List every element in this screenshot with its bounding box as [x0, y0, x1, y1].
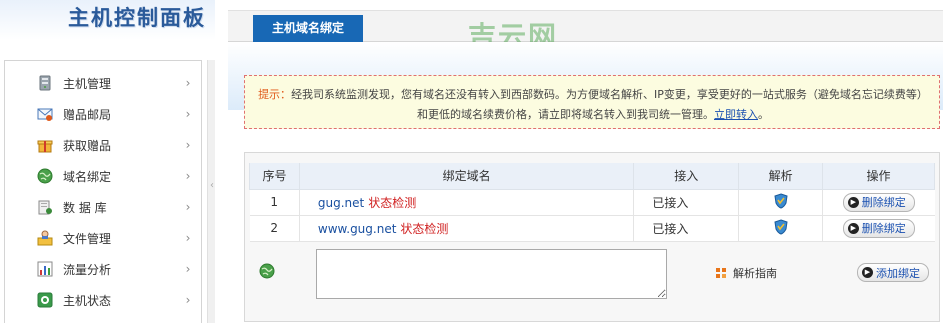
- chart-icon: [37, 261, 53, 277]
- sidebar-item-traffic-analysis[interactable]: 流量分析 ›: [5, 254, 201, 284]
- sidebar-item-label: 赠品邮局: [63, 107, 112, 122]
- delete-binding-label: 删除绑定: [861, 196, 906, 209]
- play-icon: ▶: [847, 196, 859, 208]
- play-icon: ▶: [847, 222, 859, 234]
- globe-add-icon: [259, 263, 275, 279]
- sidebar-item-gift-mail[interactable]: 赠品邮局 ›: [5, 99, 201, 129]
- notice-suffix: 。: [758, 108, 769, 121]
- table-row: 2 www.gug.net 状态检测 已接入 ▶ 删除绑定: [249, 215, 935, 242]
- sidebar-item-label: 流量分析: [63, 262, 112, 277]
- sidebar-item-file-management[interactable]: 文件管理 ›: [5, 223, 201, 253]
- sidebar-item-label: 数 据 库: [63, 200, 107, 215]
- access-status: 已接入: [633, 215, 739, 242]
- sidebar-item-database[interactable]: 数 据 库 ›: [5, 192, 201, 222]
- guide-icon: [716, 268, 726, 278]
- add-binding-button[interactable]: ▶ 添加绑定: [857, 263, 929, 282]
- panel-header: 主机控制面板: [0, 0, 215, 40]
- sidebar-item-label: 域名绑定: [63, 169, 112, 184]
- chevron-right-icon: ›: [185, 169, 191, 183]
- left-panel: 主机控制面板 主机管理 › 赠品邮局 › 获取赠品 › 域名绑定 › 数 据 库…: [0, 0, 215, 323]
- delete-binding-label: 删除绑定: [861, 222, 906, 235]
- gift-icon: [37, 137, 53, 153]
- chevron-left-icon: ‹: [210, 180, 214, 191]
- notice-prefix: 提示：: [258, 88, 292, 101]
- col-header-action: 操作: [822, 163, 935, 190]
- col-header-domain: 绑定域名: [298, 163, 635, 190]
- binding-table: 序号 绑定域名 接入 解析 操作 1 gug.net 状态检测 已接入 ▶ 删除…: [249, 163, 935, 242]
- row-number: 2: [249, 215, 300, 242]
- chevron-right-icon: ›: [185, 200, 191, 214]
- chevron-right-icon: ›: [185, 262, 191, 276]
- notice-box: 提示：经我司系统监测发现，您有域名还没有转入到西部数码。为方便域名解析、IP变更…: [244, 75, 940, 129]
- tab-bar: 主机域名绑定 吉云网: [228, 10, 943, 53]
- delete-binding-button[interactable]: ▶ 删除绑定: [842, 192, 915, 212]
- transfer-link[interactable]: 立即转入: [714, 108, 758, 121]
- database-icon: [37, 199, 53, 215]
- main-content: 主机域名绑定 吉云网 提示：经我司系统监测发现，您有域名还没有转入到西部数码。为…: [228, 0, 943, 323]
- access-status: 已接入: [633, 189, 739, 216]
- status-check-link[interactable]: 状态检测: [400, 222, 448, 236]
- delete-binding-button[interactable]: ▶ 删除绑定: [842, 218, 915, 238]
- sidebar-item-label: 主机管理: [63, 76, 112, 91]
- add-binding-row: 解析指南 ▶ 添加绑定: [245, 249, 939, 309]
- dns-shield-icon[interactable]: [774, 192, 788, 212]
- domain-cell: www.gug.net 状态检测: [298, 215, 634, 242]
- sidebar-item-domain-binding[interactable]: 域名绑定 ›: [5, 161, 201, 191]
- sidebar-item-host-status[interactable]: 主机状态 ›: [5, 285, 201, 315]
- notice-text: 经我司系统监测发现，您有域名还没有转入到西部数码。为方便域名解析、IP变更，享受…: [291, 88, 928, 121]
- col-header-access: 接入: [633, 163, 740, 190]
- chevron-right-icon: ›: [185, 231, 191, 245]
- chevron-right-icon: ›: [185, 138, 191, 152]
- chevron-right-icon: ›: [185, 107, 191, 121]
- dns-guide-label: 解析指南: [733, 267, 777, 280]
- folder-user-icon: [37, 230, 53, 246]
- action-cell: ▶ 删除绑定: [822, 215, 935, 242]
- action-cell: ▶ 删除绑定: [822, 189, 935, 216]
- dns-guide-link[interactable]: 解析指南: [716, 265, 777, 281]
- sidebar-item-host-management[interactable]: 主机管理 ›: [5, 68, 201, 98]
- tab-host-domain-binding[interactable]: 主机域名绑定: [253, 15, 363, 42]
- status-check-link[interactable]: 状态检测: [368, 196, 416, 210]
- mail-icon: [37, 106, 53, 122]
- domain-input[interactable]: [316, 249, 667, 299]
- sidebar-item-label: 获取赠品: [63, 138, 112, 153]
- domain-cell: gug.net 状态检测: [298, 189, 634, 216]
- domain-name: www.gug.net: [317, 221, 397, 236]
- domain-name: gug.net: [317, 195, 365, 210]
- server-icon: [37, 75, 53, 91]
- parse-cell: [738, 189, 823, 216]
- play-icon: ▶: [862, 267, 873, 278]
- table-header-row: 序号 绑定域名 接入 解析 操作: [249, 163, 935, 190]
- add-binding-label: 添加绑定: [876, 266, 920, 280]
- row-number: 1: [249, 189, 300, 216]
- col-header-parse: 解析: [738, 163, 824, 190]
- globe-icon: [37, 168, 53, 184]
- binding-panel: 序号 绑定域名 接入 解析 操作 1 gug.net 状态检测 已接入 ▶ 删除…: [244, 152, 940, 322]
- sidebar-item-get-gift[interactable]: 获取赠品 ›: [5, 130, 201, 160]
- sidebar-item-label: 文件管理: [63, 231, 112, 246]
- sidebar-collapse-handle[interactable]: ‹: [207, 60, 215, 323]
- chevron-right-icon: ›: [185, 76, 191, 90]
- table-row: 1 gug.net 状态检测 已接入 ▶ 删除绑定: [249, 189, 935, 216]
- status-icon: [37, 292, 53, 308]
- panel-title: 主机控制面板: [68, 6, 206, 30]
- sidebar-menu: 主机管理 › 赠品邮局 › 获取赠品 › 域名绑定 › 数 据 库 › 文件管理…: [4, 60, 202, 323]
- col-header-no: 序号: [249, 163, 300, 190]
- dns-shield-icon[interactable]: [774, 218, 788, 238]
- chevron-right-icon: ›: [185, 293, 191, 307]
- parse-cell: [738, 215, 823, 242]
- sidebar-item-label: 主机状态: [63, 293, 112, 308]
